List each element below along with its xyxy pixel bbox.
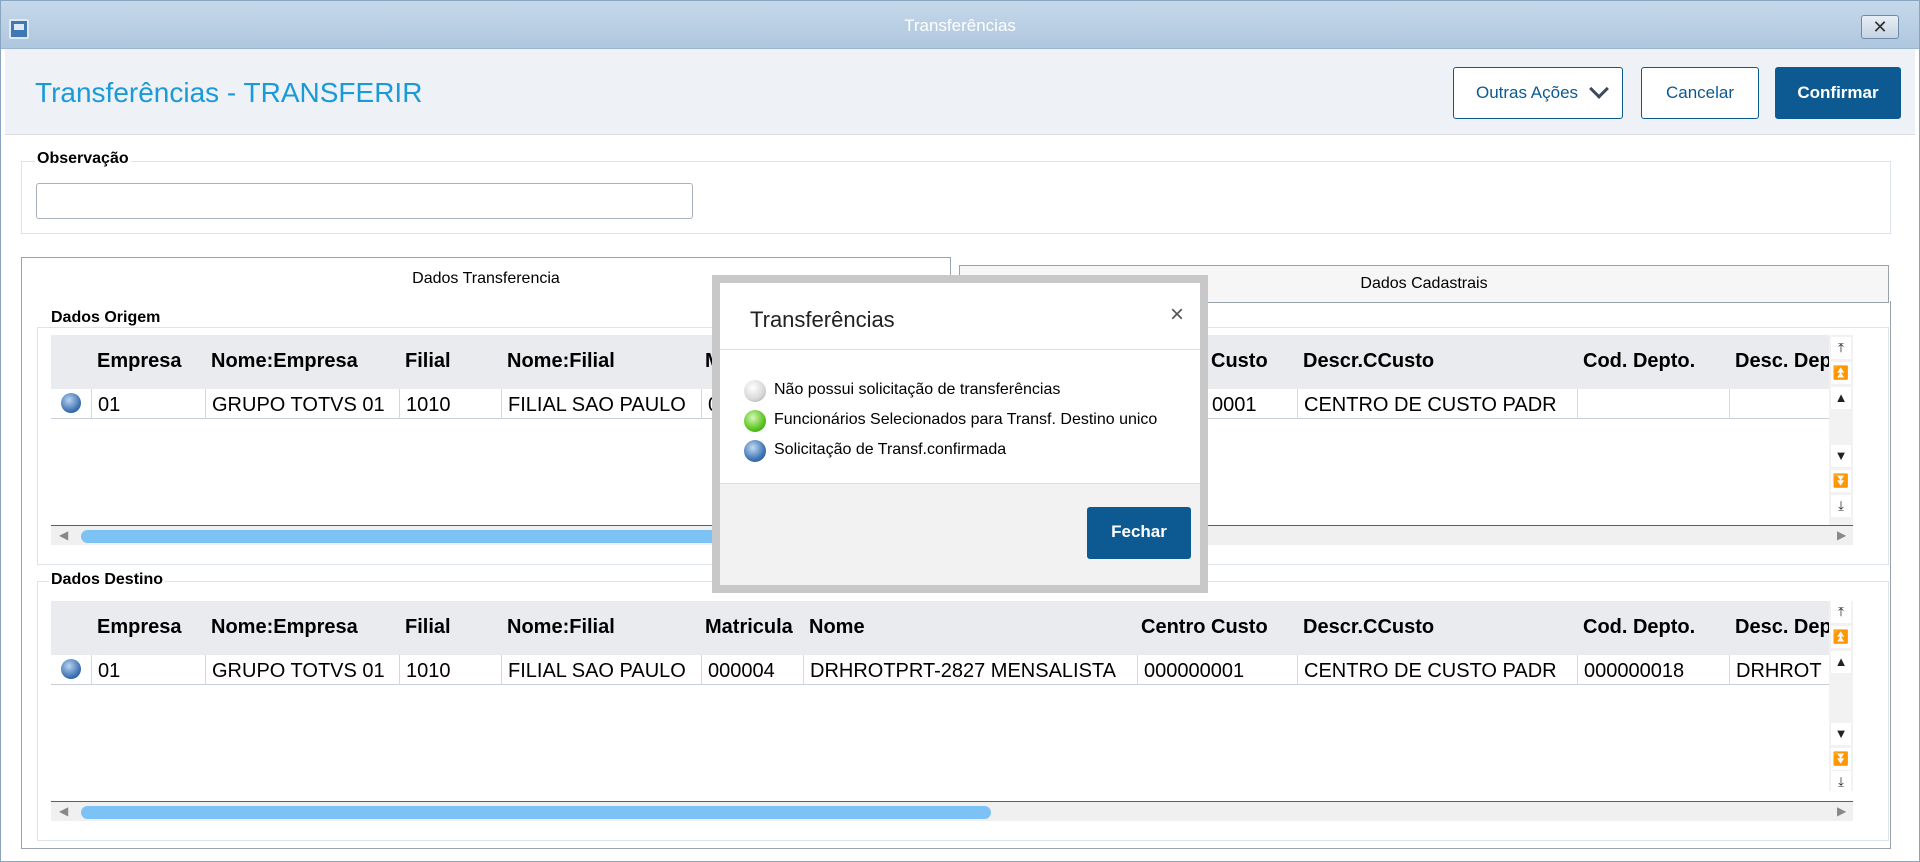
column-header[interactable]: Nome:Filial	[501, 335, 701, 389]
cell-centro-custo: 0001	[1205, 389, 1297, 419]
status-blue-icon	[61, 659, 81, 679]
destino-vertical-scrollbar[interactable]: ⤒ ⏫ ▲ ▼ ⏬ ⤓	[1829, 601, 1853, 793]
scroll-top-icon[interactable]: ⤒	[1831, 337, 1851, 359]
observacao-input[interactable]	[36, 183, 693, 219]
destino-horizontal-scrollbar[interactable]: ◀ ▶	[51, 801, 1853, 821]
scroll-page-down-icon[interactable]: ⏬	[1831, 470, 1851, 492]
scroll-page-down-icon[interactable]: ⏬	[1831, 748, 1851, 770]
column-header[interactable]: Desc. Dep	[1729, 601, 1829, 655]
cell-nome-empresa: GRUPO TOTVS 01	[205, 655, 399, 685]
scroll-top-icon[interactable]: ⤒	[1831, 601, 1851, 623]
main-window: Transferências ✕ Transferências - TRANSF…	[0, 0, 1920, 862]
scroll-thumb[interactable]	[81, 530, 761, 543]
origem-label: Dados Origem	[49, 309, 163, 327]
scroll-right-icon[interactable]: ▶	[1837, 804, 1846, 818]
column-header[interactable]: Filial	[399, 335, 501, 389]
chevron-down-icon	[1589, 79, 1609, 99]
column-header[interactable]: Centro Custo	[1135, 601, 1297, 655]
cell-empresa: 01	[91, 389, 205, 419]
cell-filial: 1010	[399, 389, 501, 419]
status-blue-icon	[744, 440, 766, 462]
destino-label: Dados Destino	[49, 571, 166, 589]
modal-footer: Fechar	[720, 483, 1200, 585]
legend-modal: Transferências × Não possui solicitação …	[720, 283, 1200, 585]
cell-descr-ccusto: CENTRO DE CUSTO PADR	[1297, 389, 1577, 419]
modal-title: Transferências	[750, 307, 895, 332]
page-header: Transferências - TRANSFERIR Outras Ações…	[5, 49, 1915, 135]
cell-descr-ccusto: CENTRO DE CUSTO PADR	[1297, 655, 1577, 685]
confirm-button[interactable]: Confirmar	[1775, 67, 1901, 119]
observacao-label: Observação	[35, 150, 131, 168]
destino-grid: Empresa Nome:Empresa Filial Nome:Filial …	[51, 601, 1853, 821]
window-title: Transferências	[904, 16, 1016, 35]
legend-text: Solicitação de Transf.confirmada	[774, 441, 1007, 458]
column-header[interactable]: Nome:Empresa	[205, 335, 399, 389]
modal-divider	[720, 349, 1200, 350]
column-header[interactable]: Nome:Empresa	[205, 601, 399, 655]
cancel-button[interactable]: Cancelar	[1641, 67, 1759, 119]
status-green-icon	[744, 410, 766, 432]
cell-nome: DRHROTPRT-2827 MENSALISTA	[803, 655, 1137, 685]
title-bar: Transferências ✕	[1, 1, 1919, 49]
scroll-left-icon[interactable]: ◀	[59, 528, 68, 542]
column-header[interactable]: Nome:Filial	[501, 601, 701, 655]
cell-nome-filial: FILIAL SAO PAULO	[501, 389, 701, 419]
column-header[interactable]: Cod. Depto.	[1577, 335, 1729, 389]
close-modal-button[interactable]: Fechar	[1087, 507, 1191, 559]
cell-matricula: 000004	[701, 655, 803, 685]
scroll-page-up-icon[interactable]: ⏫	[1831, 626, 1851, 648]
scroll-down-icon[interactable]: ▼	[1831, 723, 1851, 745]
modal-close-icon[interactable]: ×	[1170, 301, 1184, 329]
status-gray-icon	[744, 380, 766, 402]
scroll-right-icon[interactable]: ▶	[1837, 528, 1846, 542]
destino-grid-header: Empresa Nome:Empresa Filial Nome:Filial …	[51, 601, 1829, 655]
column-header[interactable]: Matricula	[699, 601, 803, 655]
status-blue-icon	[61, 393, 81, 413]
cell-desc-depto: DRHROT	[1729, 655, 1829, 685]
legend-text: Não possui solicitação de transferências	[774, 381, 1061, 398]
more-actions-label: Outras Ações	[1476, 83, 1579, 102]
column-header[interactable]: Descr.CCusto	[1297, 601, 1577, 655]
cell-filial: 1010	[399, 655, 501, 685]
scroll-left-icon[interactable]: ◀	[59, 804, 68, 818]
scroll-up-icon[interactable]: ▲	[1831, 651, 1851, 673]
legend-text: Funcionários Selecionados para Transf. D…	[774, 411, 1158, 428]
scroll-bottom-icon[interactable]: ⤓	[1831, 771, 1851, 793]
scroll-down-icon[interactable]: ▼	[1831, 445, 1851, 467]
origem-vertical-scrollbar[interactable]: ⤒ ⏫ ▲ ▼ ⏬ ⤓	[1829, 335, 1853, 525]
legend-modal-frame: Transferências × Não possui solicitação …	[712, 275, 1208, 593]
cell-nome-empresa: GRUPO TOTVS 01	[205, 389, 399, 419]
more-actions-button[interactable]: Outras Ações	[1453, 67, 1623, 119]
column-header[interactable]: Empresa	[91, 601, 205, 655]
page-title: Transferências - TRANSFERIR	[35, 77, 423, 108]
column-header[interactable]: Empresa	[91, 335, 205, 389]
scroll-bottom-icon[interactable]: ⤓	[1831, 495, 1851, 517]
column-header[interactable]: Nome	[803, 601, 1137, 655]
scroll-thumb[interactable]	[81, 806, 991, 819]
column-header[interactable]: Cod. Depto.	[1577, 601, 1729, 655]
cell-nome-filial: FILIAL SAO PAULO	[501, 655, 701, 685]
table-row[interactable]: 01 GRUPO TOTVS 01 1010 FILIAL SAO PAULO …	[51, 655, 1829, 685]
column-header[interactable]: Descr.CCusto	[1297, 335, 1577, 389]
cell-empresa: 01	[91, 655, 205, 685]
scroll-up-icon[interactable]: ▲	[1831, 387, 1851, 409]
scroll-page-up-icon[interactable]: ⏫	[1831, 362, 1851, 384]
column-header[interactable]: Desc. Dep	[1729, 335, 1829, 389]
cell-cod-depto: 000000018	[1577, 655, 1729, 685]
cell-desc-depto	[1729, 389, 1829, 419]
cell-cod-depto	[1577, 389, 1729, 419]
window-close-button[interactable]: ✕	[1861, 15, 1899, 39]
cell-centro-custo: 000000001	[1137, 655, 1297, 685]
column-header[interactable]: Filial	[399, 601, 501, 655]
